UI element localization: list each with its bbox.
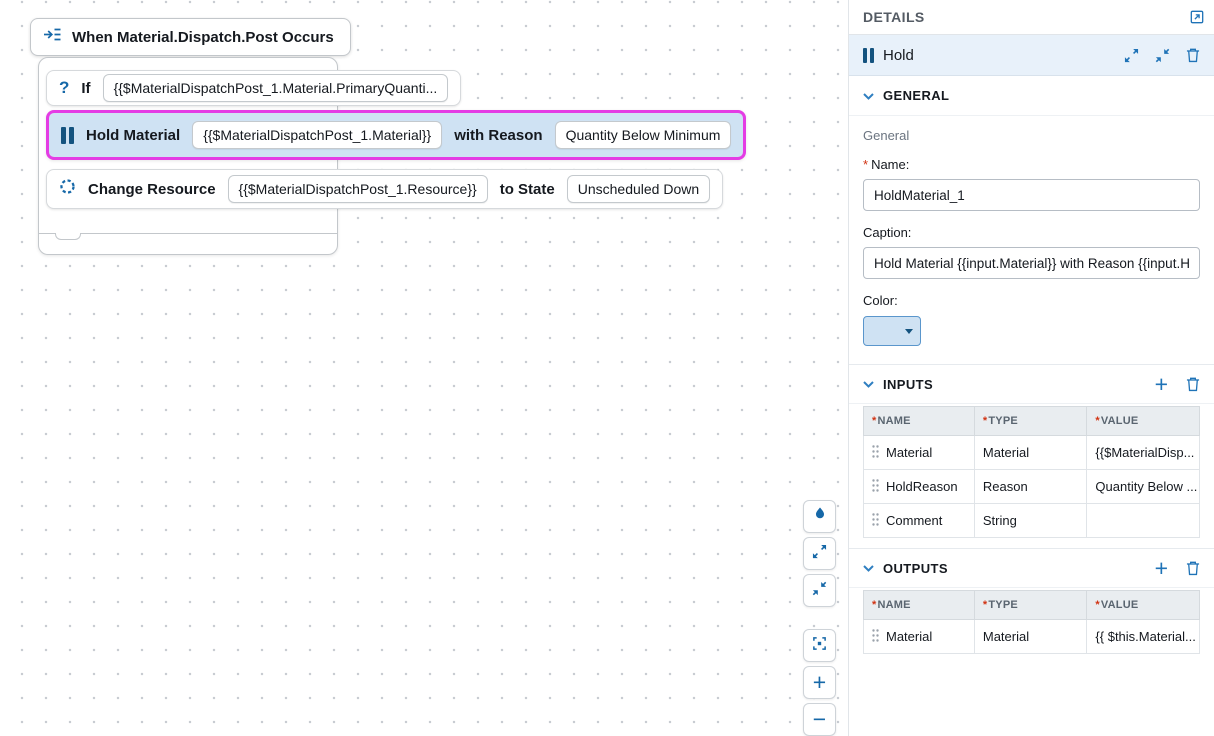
general-section-title: GENERAL [883, 88, 949, 103]
trigger-block[interactable]: When Material.Dispatch.Post Occurs [30, 18, 351, 56]
delete-input-button[interactable] [1186, 376, 1200, 392]
general-section-header[interactable]: GENERAL [849, 76, 1214, 116]
droplet-icon [813, 506, 827, 527]
output-name: Material [886, 629, 932, 644]
hold-material-block-selected[interactable]: Hold Material {{$MaterialDispatchPost_1.… [46, 110, 746, 160]
drag-handle-icon[interactable] [872, 479, 879, 495]
expand-icon [812, 544, 827, 564]
change-resource-block[interactable]: Change Resource {{$MaterialDispatchPost_… [46, 169, 723, 209]
to-state-label: to State [500, 181, 555, 198]
if-condition-field[interactable]: {{$MaterialDispatchPost_1.Material.Prima… [103, 74, 449, 102]
panel-toggle-icon[interactable] [1190, 10, 1204, 24]
collapse-all-button[interactable] [803, 574, 836, 607]
collapse-icon [812, 581, 827, 601]
change-resource-field[interactable]: {{$MaterialDispatchPost_1.Resource}} [228, 175, 488, 203]
general-section-body: General * Name: Caption: Color: [849, 116, 1214, 364]
color-dropdown[interactable] [863, 316, 921, 346]
col-header-type: *TYPE [974, 407, 1087, 436]
input-type: Reason [974, 470, 1087, 504]
trigger-event-icon [43, 27, 62, 47]
output-type: Material [974, 620, 1087, 654]
inputs-section-header[interactable]: INPUTS + [849, 364, 1214, 404]
input-type: Material [974, 436, 1087, 470]
name-label: * Name: [863, 157, 1200, 172]
name-input[interactable] [863, 179, 1200, 211]
chevron-down-icon [863, 375, 874, 393]
drag-handle-icon[interactable] [872, 629, 879, 645]
input-name: Material [886, 445, 932, 460]
change-state-spinner-icon [59, 178, 76, 200]
with-reason-label: with Reason [454, 127, 542, 144]
expand-all-button[interactable] [803, 537, 836, 570]
col-header-value: *VALUE [1087, 591, 1200, 620]
details-panel: DETAILS Hold [848, 0, 1214, 736]
change-resource-label: Change Resource [88, 181, 216, 198]
input-name: Comment [886, 513, 942, 528]
chevron-down-icon [863, 87, 874, 105]
hold-material-label: Hold Material [86, 127, 180, 144]
collapse-block-button[interactable] [1155, 48, 1170, 63]
minus-icon: − [813, 708, 826, 731]
details-title: DETAILS [863, 9, 925, 25]
table-row[interactable]: Material Material {{ $this.Material... [864, 620, 1200, 654]
input-value: Quantity Below ... [1087, 470, 1200, 504]
inputs-table: *NAME *TYPE *VALUE Material Material {{$… [863, 406, 1200, 538]
input-value [1087, 504, 1200, 538]
zoom-in-button[interactable]: + [803, 666, 836, 699]
color-label: Color: [863, 293, 1200, 308]
add-input-button[interactable]: + [1155, 373, 1168, 396]
input-name: HoldReason [886, 479, 958, 494]
outputs-section-header[interactable]: OUTPUTS + [849, 548, 1214, 588]
caret-down-icon [905, 329, 913, 334]
output-value: {{ $this.Material... [1087, 620, 1200, 654]
table-row[interactable]: Comment String [864, 504, 1200, 538]
input-value: {{$MaterialDisp... [1087, 436, 1200, 470]
plus-icon: + [813, 671, 826, 694]
zoom-out-button[interactable]: − [803, 703, 836, 736]
col-header-type: *TYPE [974, 591, 1087, 620]
change-state-field[interactable]: Unscheduled Down [567, 175, 710, 203]
question-icon: ? [59, 78, 69, 98]
table-row[interactable]: Material Material {{$MaterialDisp... [864, 436, 1200, 470]
pause-icon [863, 48, 874, 63]
if-keyword: If [81, 80, 90, 97]
inputs-section-title: INPUTS [883, 377, 933, 392]
delete-output-button[interactable] [1186, 560, 1200, 576]
hold-reason-field[interactable]: Quantity Below Minimum [555, 121, 732, 149]
trigger-label: When Material.Dispatch.Post Occurs [72, 29, 334, 46]
if-condition-block[interactable]: ? If {{$MaterialDispatchPost_1.Material.… [46, 70, 461, 106]
selected-block-bar: Hold [849, 34, 1214, 76]
drag-handle-icon[interactable] [872, 513, 879, 529]
col-header-name: *NAME [864, 407, 975, 436]
pause-icon [61, 127, 74, 144]
expand-block-button[interactable] [1124, 48, 1139, 63]
table-row[interactable]: HoldReason Reason Quantity Below ... [864, 470, 1200, 504]
fit-view-button[interactable] [803, 629, 836, 662]
block-group-notch [55, 233, 81, 240]
col-header-name: *NAME [864, 591, 975, 620]
col-header-value: *VALUE [1087, 407, 1200, 436]
chevron-down-icon [863, 559, 874, 577]
hold-material-field[interactable]: {{$MaterialDispatchPost_1.Material}} [192, 121, 442, 149]
fill-color-button[interactable] [803, 500, 836, 533]
general-subtitle: General [863, 128, 1200, 143]
required-marker: * [863, 157, 868, 172]
inputs-table-header: *NAME *TYPE *VALUE [864, 407, 1200, 436]
fit-view-icon [812, 636, 827, 656]
input-type: String [974, 504, 1087, 538]
flow-canvas[interactable]: When Material.Dispatch.Post Occurs ? If … [0, 0, 848, 736]
add-output-button[interactable]: + [1155, 557, 1168, 580]
automation-editor: When Material.Dispatch.Post Occurs ? If … [0, 0, 1214, 736]
block-group-end [39, 233, 337, 254]
caption-label: Caption: [863, 225, 1200, 240]
details-header: DETAILS [849, 0, 1214, 34]
outputs-table: *NAME *TYPE *VALUE Material Material {{ … [863, 590, 1200, 654]
drag-handle-icon[interactable] [872, 445, 879, 461]
outputs-section-title: OUTPUTS [883, 561, 948, 576]
delete-block-button[interactable] [1186, 47, 1200, 63]
selected-block-title: Hold [883, 47, 914, 64]
caption-input[interactable] [863, 247, 1200, 279]
outputs-table-header: *NAME *TYPE *VALUE [864, 591, 1200, 620]
